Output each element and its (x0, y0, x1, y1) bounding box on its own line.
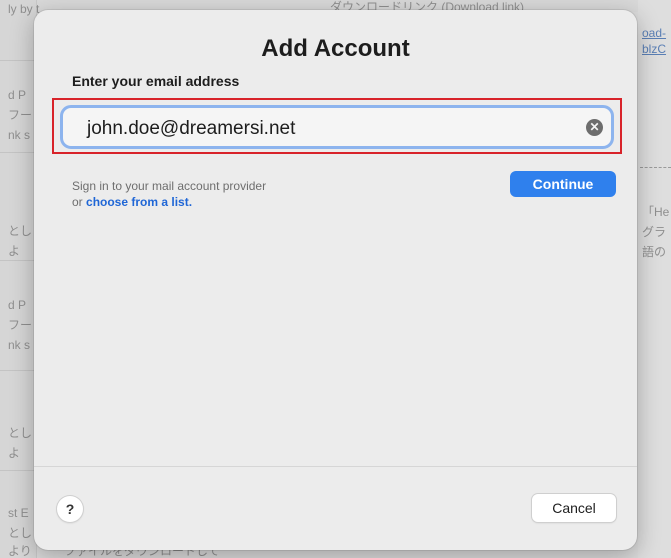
list-divider (0, 260, 36, 261)
background-text: とし (8, 526, 33, 540)
footer-divider (34, 466, 637, 467)
background-text: d P (8, 88, 27, 102)
email-input-value[interactable]: john.doe@dreamersi.net (87, 118, 295, 140)
add-account-dialog: Add Account Enter your email address joh… (34, 10, 637, 550)
hint-prefix: or (72, 195, 87, 209)
background-dashed-line (640, 167, 671, 168)
sign-in-hint: Sign in to your mail account provider or… (72, 178, 266, 210)
background-text: フー (8, 108, 33, 122)
background-text: より (8, 544, 32, 558)
background-link: oad- (642, 26, 667, 40)
background-text: グラ (642, 225, 667, 239)
background-text: フー (8, 318, 33, 332)
email-field[interactable]: john.doe@dreamersi.net ✕ (60, 105, 614, 149)
hint-text: Sign in to your mail account provider (72, 179, 267, 193)
background-text: よ (8, 446, 21, 460)
background-right-column (638, 0, 671, 558)
background-text: 「He (642, 205, 670, 219)
list-divider (0, 370, 36, 371)
background-list-column (0, 0, 37, 558)
email-field-label: Enter your email address (72, 73, 240, 89)
list-divider (0, 152, 36, 153)
background-text: st E (8, 506, 29, 520)
background-text: よ (8, 244, 21, 258)
list-divider (0, 60, 36, 61)
dialog-title: Add Account (261, 35, 410, 62)
background-text: nk s (8, 338, 31, 352)
background-text: d P (8, 298, 27, 312)
background-text: とし (8, 426, 33, 440)
background-text: nk s (8, 128, 31, 142)
list-divider (0, 470, 36, 471)
continue-button[interactable]: Continue (510, 171, 616, 197)
choose-from-list-link[interactable]: choose from a list. (86, 195, 192, 209)
clear-icon[interactable]: ✕ (586, 119, 603, 136)
background-link: blzC (642, 42, 667, 56)
help-button[interactable]: ? (57, 496, 83, 522)
background-text: 語の (642, 245, 667, 259)
cancel-button[interactable]: Cancel (532, 494, 616, 522)
background-text: とし (8, 224, 33, 238)
background-text: ly by t (8, 2, 40, 16)
